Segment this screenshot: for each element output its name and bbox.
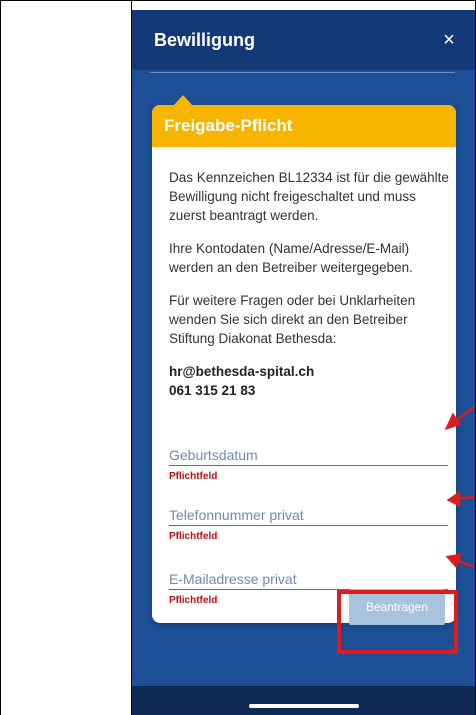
bottom-navigation-bar (132, 686, 475, 715)
document-frame-left (0, 0, 1, 715)
contact-phone[interactable]: 061 315 21 83 (169, 381, 451, 400)
card-header: Freigabe-Pflicht (152, 105, 456, 147)
header-divider (150, 72, 455, 73)
required-error: Pflichtfeld (169, 471, 218, 482)
card-title: Freigabe-Pflicht (164, 116, 293, 135)
private-email-input[interactable] (169, 568, 448, 590)
app-header: Bewilligung × (132, 10, 475, 70)
annotation-highlight-box (337, 590, 458, 654)
approval-card: Freigabe-Pflicht Das Kennzeichen BL12334… (152, 95, 456, 625)
card-body: Das Kennzeichen BL12334 ist für die gewä… (169, 168, 451, 400)
close-button[interactable]: × (435, 26, 463, 54)
home-indicator[interactable] (249, 704, 359, 708)
info-paragraph: Ihre Kontodaten (Name/Adresse/E-Mail) we… (169, 241, 413, 275)
contact-email[interactable]: hr@bethesda-spital.ch (169, 362, 451, 381)
required-error: Pflichtfeld (169, 531, 218, 542)
phone-field: Pflichtfeld (169, 504, 448, 542)
close-icon: × (443, 29, 455, 51)
birthdate-field: Pflichtfeld (169, 444, 448, 482)
operator-contact: hr@bethesda-spital.ch 061 315 21 83 (169, 362, 451, 400)
private-phone-input[interactable] (169, 504, 448, 526)
info-paragraph: Für weitere Fragen oder bei Unklarheiten… (169, 293, 416, 346)
birthdate-input[interactable] (169, 444, 448, 466)
document-frame-top (0, 0, 476, 1)
page-title: Bewilligung (154, 30, 255, 50)
info-paragraph: Das Kennzeichen BL12334 ist für die gewä… (169, 170, 449, 223)
